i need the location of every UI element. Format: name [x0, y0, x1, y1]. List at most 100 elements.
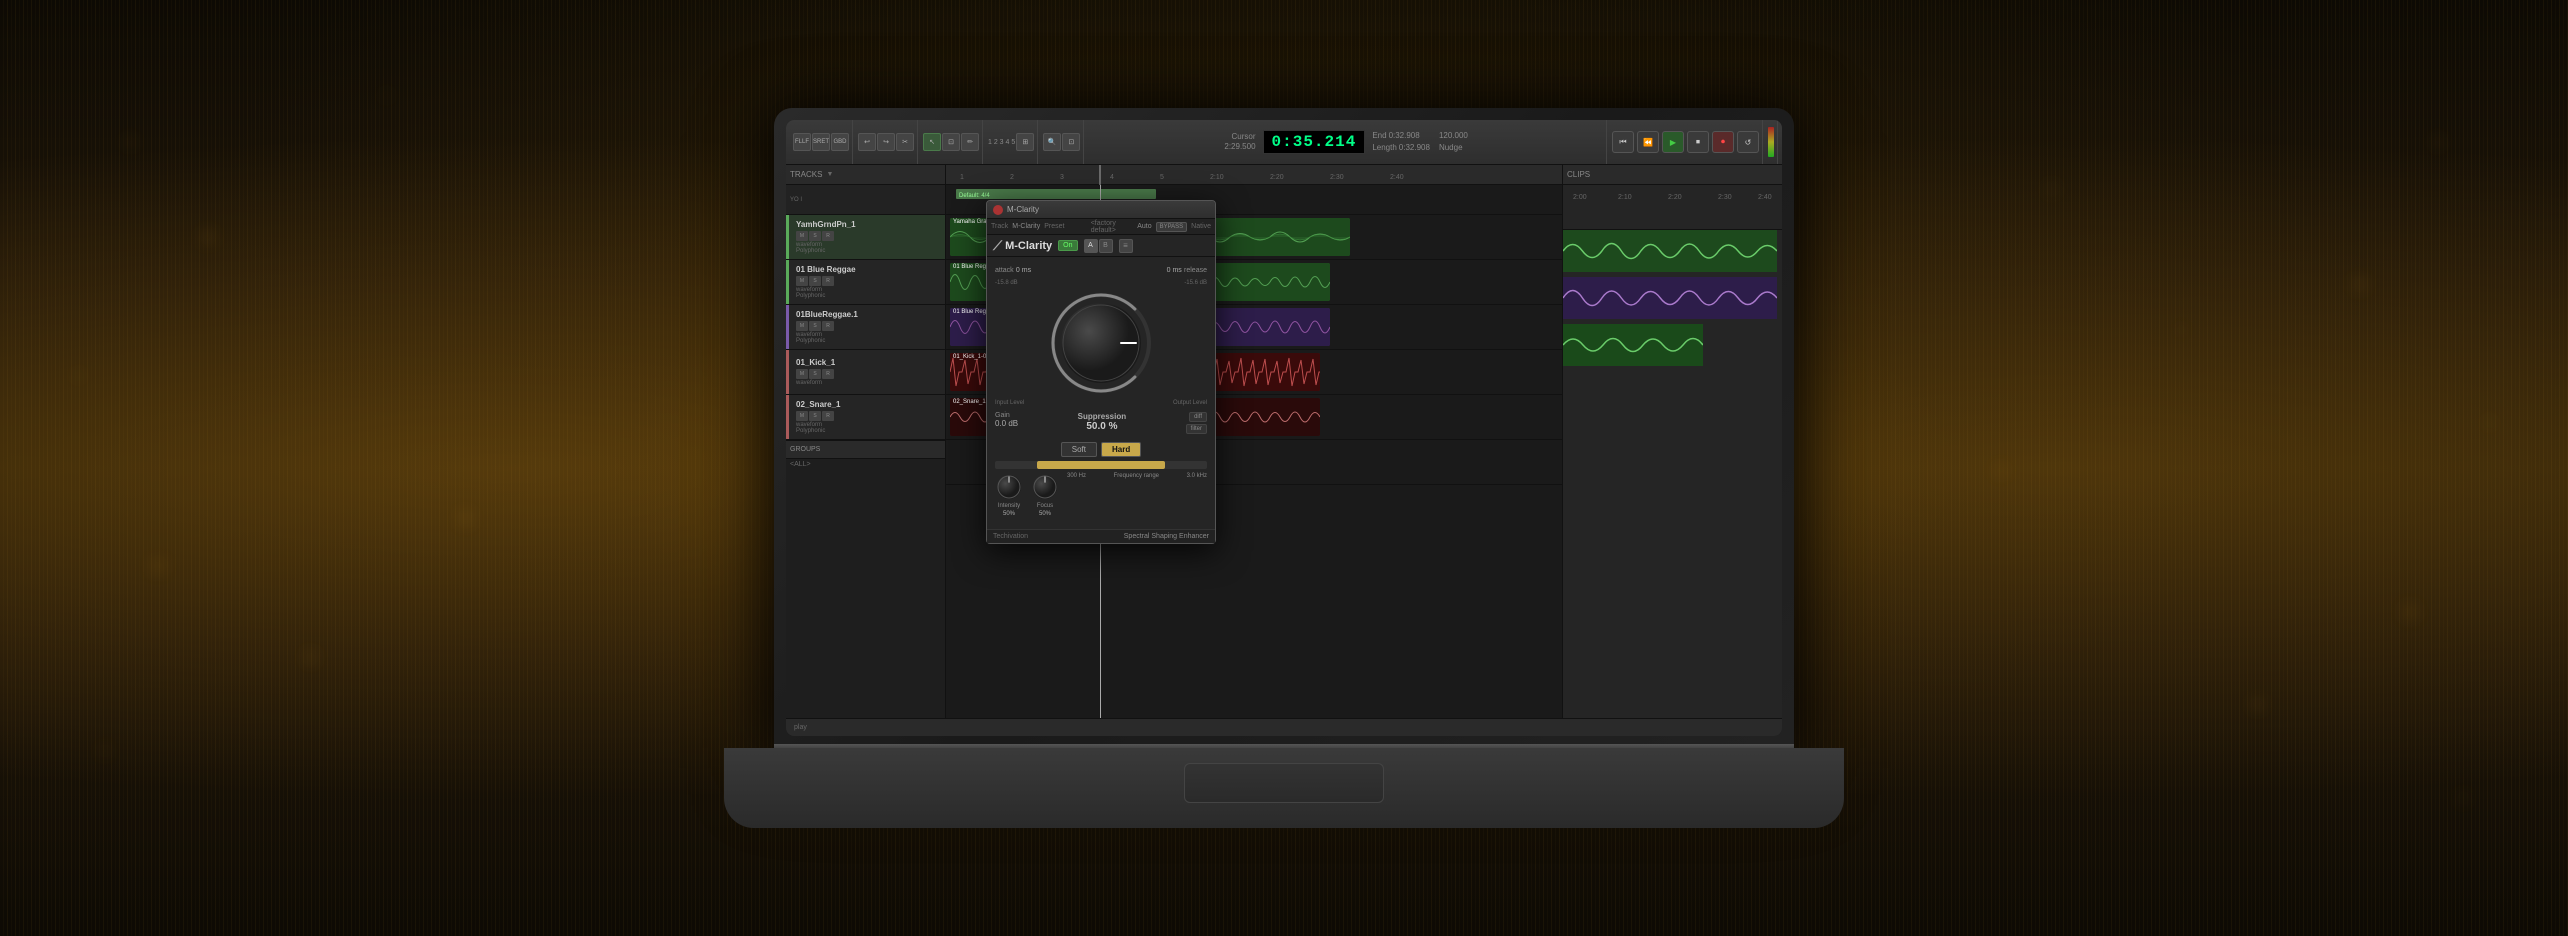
track-rec-yamaha[interactable]: R: [822, 231, 834, 241]
plugin-title-text: M-Clarity: [1007, 205, 1209, 214]
laptop-screen: FLLF SRET GBD ↩ ↪ ✂ ↖ ⊡ ✏: [786, 120, 1782, 736]
plugin-on-off-button[interactable]: On: [1058, 240, 1077, 251]
input-output-labels: Input Level Output Level: [995, 400, 1207, 406]
svg-text:2:30: 2:30: [1718, 194, 1732, 201]
track-name-reggae1: 01 Blue Reggae: [796, 265, 941, 274]
clips-ruler-row: 2:00 2:10 2:20 2:30 2:40: [1563, 185, 1782, 230]
groups-all-text: <ALL>: [790, 461, 811, 468]
toolbar-group-transport-btns: ⏮ ⏪ ▶ ⏹ ⏺ ↺: [1609, 120, 1763, 164]
waveform-right-green2: [1563, 324, 1703, 366]
plugin-type-label: Spectral Shaping Enhancer: [1124, 533, 1209, 540]
track-rec-snare[interactable]: R: [822, 411, 834, 421]
toolbar-btn-undo[interactable]: ↩: [858, 133, 876, 151]
bokeh-dot: [462, 515, 469, 522]
track-solo-yamaha[interactable]: S: [809, 231, 821, 241]
track-color-snare: [786, 395, 789, 439]
svg-text:2:40: 2:40: [1390, 174, 1404, 181]
focus-knob-svg[interactable]: [1031, 473, 1059, 501]
track-controls-snare: M S R: [796, 411, 941, 421]
bokeh-dot: [154, 562, 162, 570]
loop-button[interactable]: ↺: [1737, 131, 1759, 153]
stop-button[interactable]: ⏹: [1687, 131, 1709, 153]
intensity-value: 50%: [1003, 511, 1015, 517]
track-item-reggae2[interactable]: 01BlueReggae.1 M S R waveform Polyphonic: [786, 305, 945, 350]
track-item-snare[interactable]: 02_Snare_1 M S R waveform Polyphonic: [786, 395, 945, 440]
nudge-label: Nudge: [1439, 143, 1468, 153]
bottom-knobs-row: Intensity 50%: [995, 473, 1207, 517]
play-button[interactable]: ▶: [1662, 131, 1684, 153]
toolbar-btn-cut[interactable]: ✂: [896, 133, 914, 151]
toolbar-btn-arrow[interactable]: ↖: [923, 133, 941, 151]
main-knob-svg[interactable]: [1046, 288, 1156, 398]
svg-text:2:10: 2:10: [1618, 194, 1632, 201]
track-solo-kick[interactable]: S: [809, 369, 821, 379]
clip-right-green[interactable]: [1563, 230, 1777, 272]
plugin-top-bar: ⟋ M-Clarity On A B ≡: [987, 235, 1215, 257]
plugin-close-button[interactable]: [993, 205, 1003, 215]
intensity-knob-group: Intensity 50%: [995, 473, 1023, 517]
release-label: release: [1184, 267, 1207, 274]
diff-button[interactable]: diff: [1189, 412, 1207, 422]
tracks-panel-header: TRACKS ▼: [786, 165, 945, 185]
track-item-reggae1[interactable]: 01 Blue Reggae M S R waveform Polyphonic: [786, 260, 945, 305]
rewind-button[interactable]: ⏮: [1612, 131, 1634, 153]
plugin-native-label: Native: [1191, 223, 1211, 230]
filter-button[interactable]: filter: [1186, 424, 1207, 434]
plugin-menu-button[interactable]: ≡: [1119, 239, 1133, 253]
toolbar-btn-open[interactable]: SRET: [812, 133, 830, 151]
freq-range-label-text: Frequency range: [1114, 473, 1159, 479]
toolbar-btn-range[interactable]: ⊡: [942, 133, 960, 151]
track-mute-yamaha[interactable]: M: [796, 231, 808, 241]
plugin-bypass-button[interactable]: BYPASS: [1156, 222, 1188, 232]
track-mute-reggae1[interactable]: M: [796, 276, 808, 286]
waveform-right-purple: [1563, 277, 1777, 319]
svg-text:2:00: 2:00: [1573, 194, 1587, 201]
release-value: 0 ms: [1167, 267, 1182, 274]
record-button[interactable]: ⏺: [1712, 131, 1734, 153]
daw-toolbar: FLLF SRET GBD ↩ ↪ ✂ ↖ ⊡ ✏: [786, 120, 1782, 165]
cursor-value: 2:29.500: [1224, 142, 1255, 152]
track-rec-reggae2[interactable]: R: [822, 321, 834, 331]
plugin-b-button[interactable]: B: [1099, 239, 1113, 253]
track-solo-reggae2[interactable]: S: [809, 321, 821, 331]
toolbar-btn-snap[interactable]: ⊞: [1016, 133, 1034, 151]
freq-low-label: 300 Hz: [1067, 473, 1086, 479]
back-button[interactable]: ⏪: [1637, 131, 1659, 153]
plugin-window-mclarity[interactable]: M-Clarity Track M-Clarity Preset <factor…: [986, 200, 1216, 544]
daw-main-area: TRACKS ▼ YO I YamhGrndPn_1: [786, 165, 1782, 718]
toolbar-btn-draw[interactable]: ✏: [961, 133, 979, 151]
hard-mode-button[interactable]: Hard: [1101, 442, 1141, 457]
track-rec-reggae1[interactable]: R: [822, 276, 834, 286]
track-mute-kick[interactable]: M: [796, 369, 808, 379]
clip-right-green2[interactable]: [1563, 324, 1703, 366]
freq-range-labels: 300 Hz Frequency range 3.0 kHz: [1067, 473, 1207, 483]
plugin-logo: ⟋ M-Clarity: [993, 238, 1052, 254]
toolbar-group-edit: ↩ ↪ ✂: [855, 120, 918, 164]
track-solo-reggae1[interactable]: S: [809, 276, 821, 286]
track-controls-reggae2: M S R: [796, 321, 941, 331]
track-mute-snare[interactable]: M: [796, 411, 808, 421]
toolbar-btn-save[interactable]: GBD: [831, 133, 849, 151]
toolbar-btn-new[interactable]: FLLF: [793, 133, 811, 151]
clips-header-label: CLIPS: [1567, 170, 1590, 179]
track-controls-yamaha: M S R: [796, 231, 941, 241]
clips-panel: CLIPS 2:00 2:10 2:20 2:30: [1562, 165, 1782, 718]
bokeh-dot: [385, 94, 388, 97]
track-item-yamaha[interactable]: YamhGrndPn_1 M S R waveform Polyphonic: [786, 215, 945, 260]
plugin-body: attack 0 ms 0 ms release -15.8 dB -15.6 …: [987, 257, 1215, 529]
level-labels-row: -15.8 dB -15.6 dB: [995, 280, 1207, 286]
plugin-track-name-display: M-Clarity: [1012, 223, 1040, 230]
soft-mode-button[interactable]: Soft: [1061, 442, 1097, 457]
track-item-kick[interactable]: 01_Kick_1 M S R waveform: [786, 350, 945, 395]
intensity-knob-svg[interactable]: [995, 473, 1023, 501]
toolbar-btn-zoom-in[interactable]: 🔍: [1043, 133, 1061, 151]
toolbar-btn-redo[interactable]: ↪: [877, 133, 895, 151]
frequency-range-bar[interactable]: [995, 461, 1207, 469]
track-mute-reggae2[interactable]: M: [796, 321, 808, 331]
plugin-a-button[interactable]: A: [1084, 239, 1098, 253]
svg-text:2:10: 2:10: [1210, 174, 1224, 181]
track-rec-kick[interactable]: R: [822, 369, 834, 379]
track-solo-snare[interactable]: S: [809, 411, 821, 421]
toolbar-btn-fit[interactable]: ⊡: [1062, 133, 1080, 151]
clip-right-purple[interactable]: [1563, 277, 1777, 319]
